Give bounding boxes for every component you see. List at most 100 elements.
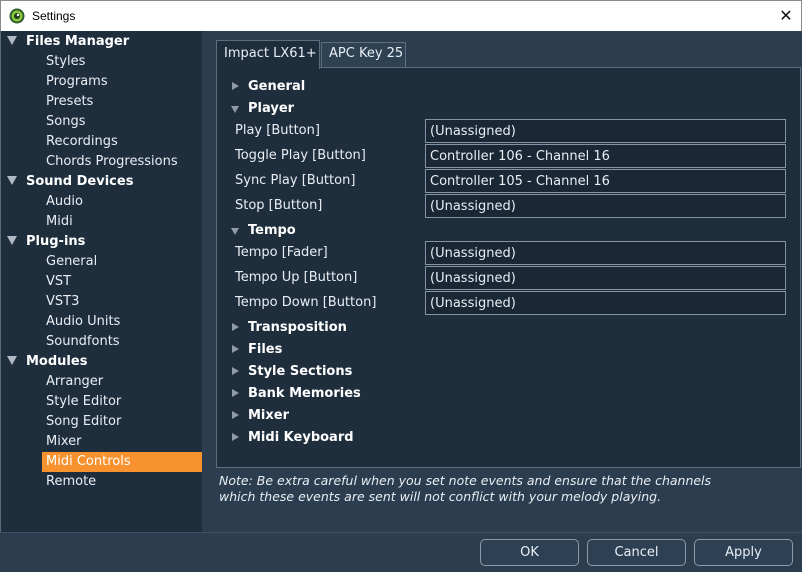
section-general[interactable]: General xyxy=(217,77,797,97)
settings-sidebar: Files Manager Styles Programs Presets So… xyxy=(0,31,202,532)
sidebar-item-remote[interactable]: Remote xyxy=(42,472,202,492)
apply-button[interactable]: Apply xyxy=(694,539,793,566)
tab-impact-lx61[interactable]: Impact LX61+ xyxy=(216,40,320,69)
sidebar-item-label: Arranger xyxy=(46,374,104,389)
control-label: Play [Button] xyxy=(235,123,320,138)
section-files[interactable]: Files xyxy=(217,340,797,360)
control-assignment-field[interactable]: (Unassigned) xyxy=(425,241,786,265)
sidebar-item-label: Chords Progressions xyxy=(46,154,178,169)
control-label: Stop [Button] xyxy=(235,198,323,213)
sidebar-item-programs[interactable]: Programs xyxy=(42,72,202,92)
sidebar-item-song-editor[interactable]: Song Editor xyxy=(42,412,202,432)
cancel-button[interactable]: Cancel xyxy=(587,539,686,566)
sidebar-item-general[interactable]: General xyxy=(42,252,202,272)
section-style-sections[interactable]: Style Sections xyxy=(217,362,797,382)
close-icon[interactable]: ✕ xyxy=(773,5,799,27)
control-label: Tempo [Fader] xyxy=(235,245,328,260)
control-row-stop: Stop [Button] (Unassigned) xyxy=(217,194,797,218)
control-assignment-field[interactable]: (Unassigned) xyxy=(425,266,786,290)
collapsed-arrow-icon xyxy=(232,411,239,419)
control-assignment-value: Controller 106 - Channel 16 xyxy=(430,149,610,164)
sidebar-item-mixer[interactable]: Mixer xyxy=(42,432,202,452)
sidebar-category-plug-ins[interactable]: Plug-ins xyxy=(1,232,203,252)
section-label: Style Sections xyxy=(248,364,353,379)
sidebar-item-label: Remote xyxy=(46,474,97,489)
control-row-toggle-play: Toggle Play [Button] Controller 106 - Ch… xyxy=(217,144,797,168)
section-tempo[interactable]: Tempo xyxy=(217,221,797,241)
expand-arrow-icon xyxy=(7,236,17,245)
sidebar-item-midi-controls[interactable]: Midi Controls xyxy=(42,452,202,472)
expand-arrow-icon xyxy=(7,356,17,365)
title-bar: Settings ✕ xyxy=(0,0,802,31)
control-assignment-field[interactable]: (Unassigned) xyxy=(425,194,786,218)
control-row-tempo-fader: Tempo [Fader] (Unassigned) xyxy=(217,241,797,265)
sidebar-item-label: Style Editor xyxy=(46,394,122,409)
sidebar-category-label: Files Manager xyxy=(26,34,130,49)
expanded-arrow-icon xyxy=(231,106,239,113)
sidebar-item-label: General xyxy=(46,254,98,269)
section-label: Bank Memories xyxy=(248,386,361,401)
section-label: Midi Keyboard xyxy=(248,430,354,445)
collapsed-arrow-icon xyxy=(232,345,239,353)
control-label: Toggle Play [Button] xyxy=(235,148,366,163)
sidebar-item-label: Soundfonts xyxy=(46,334,120,349)
sidebar-item-soundfonts[interactable]: Soundfonts xyxy=(42,332,202,352)
sidebar-item-styles[interactable]: Styles xyxy=(42,52,202,72)
sidebar-item-presets[interactable]: Presets xyxy=(42,92,202,112)
control-assignment-field[interactable]: Controller 106 - Channel 16 xyxy=(425,144,786,168)
sidebar-item-label: Programs xyxy=(46,74,108,89)
sidebar-item-vst3[interactable]: VST3 xyxy=(42,292,202,312)
sidebar-item-midi[interactable]: Midi xyxy=(42,212,202,232)
sidebar-category-modules[interactable]: Modules xyxy=(1,352,203,372)
sidebar-item-audio-units[interactable]: Audio Units xyxy=(42,312,202,332)
control-assignment-field[interactable]: (Unassigned) xyxy=(425,291,786,315)
control-label: Sync Play [Button] xyxy=(235,173,356,188)
warning-note: Note: Be extra careful when you set note… xyxy=(219,473,779,505)
control-row-tempo-down: Tempo Down [Button] (Unassigned) xyxy=(217,291,797,315)
sidebar-item-label: Audio xyxy=(46,194,83,209)
settings-main: Impact LX61+ APC Key 25 General Player P… xyxy=(202,31,802,532)
tab-apc-key-25[interactable]: APC Key 25 xyxy=(321,42,406,68)
sidebar-item-chords-progressions[interactable]: Chords Progressions xyxy=(42,152,202,172)
section-midi-keyboard[interactable]: Midi Keyboard xyxy=(217,428,797,448)
sidebar-category-label: Plug-ins xyxy=(26,234,86,249)
section-label: General xyxy=(248,79,306,94)
sidebar-item-style-editor[interactable]: Style Editor xyxy=(42,392,202,412)
collapsed-arrow-icon xyxy=(232,323,239,331)
tab-label: APC Key 25 xyxy=(329,46,404,61)
sidebar-item-songs[interactable]: Songs xyxy=(42,112,202,132)
collapsed-arrow-icon xyxy=(232,433,239,441)
sidebar-item-label: Mixer xyxy=(46,434,82,449)
control-assignment-field[interactable]: (Unassigned) xyxy=(425,119,786,143)
collapsed-arrow-icon xyxy=(232,389,239,397)
sidebar-item-vst[interactable]: VST xyxy=(42,272,202,292)
sidebar-category-files-manager[interactable]: Files Manager xyxy=(1,32,203,52)
section-mixer[interactable]: Mixer xyxy=(217,406,797,426)
sidebar-item-label: Presets xyxy=(46,94,94,109)
sidebar-item-arranger[interactable]: Arranger xyxy=(42,372,202,392)
sidebar-category-label: Modules xyxy=(26,354,88,369)
sidebar-item-audio[interactable]: Audio xyxy=(42,192,202,212)
control-row-play: Play [Button] (Unassigned) xyxy=(217,119,797,143)
control-assignment-value: (Unassigned) xyxy=(430,124,516,139)
sidebar-category-label: Sound Devices xyxy=(26,174,134,189)
app-logo-icon xyxy=(9,8,25,24)
section-label: Player xyxy=(248,101,295,116)
sidebar-item-label: Midi xyxy=(46,214,73,229)
section-label: Mixer xyxy=(248,408,290,423)
section-transposition[interactable]: Transposition xyxy=(217,318,797,338)
section-player[interactable]: Player xyxy=(217,99,797,119)
midi-controls-panel: General Player Play [Button] (Unassigned… xyxy=(216,67,801,468)
ok-button[interactable]: OK xyxy=(480,539,579,566)
section-bank-memories[interactable]: Bank Memories xyxy=(217,384,797,404)
control-label: Tempo Down [Button] xyxy=(235,295,377,310)
sidebar-category-sound-devices[interactable]: Sound Devices xyxy=(1,172,203,192)
section-label: Tempo xyxy=(248,223,296,238)
control-assignment-field[interactable]: Controller 105 - Channel 16 xyxy=(425,169,786,193)
collapsed-arrow-icon xyxy=(232,82,239,90)
sidebar-item-label: Styles xyxy=(46,54,86,69)
control-row-tempo-up: Tempo Up [Button] (Unassigned) xyxy=(217,266,797,290)
expand-arrow-icon xyxy=(7,176,17,185)
sidebar-item-recordings[interactable]: Recordings xyxy=(42,132,202,152)
control-label: Tempo Up [Button] xyxy=(235,270,358,285)
